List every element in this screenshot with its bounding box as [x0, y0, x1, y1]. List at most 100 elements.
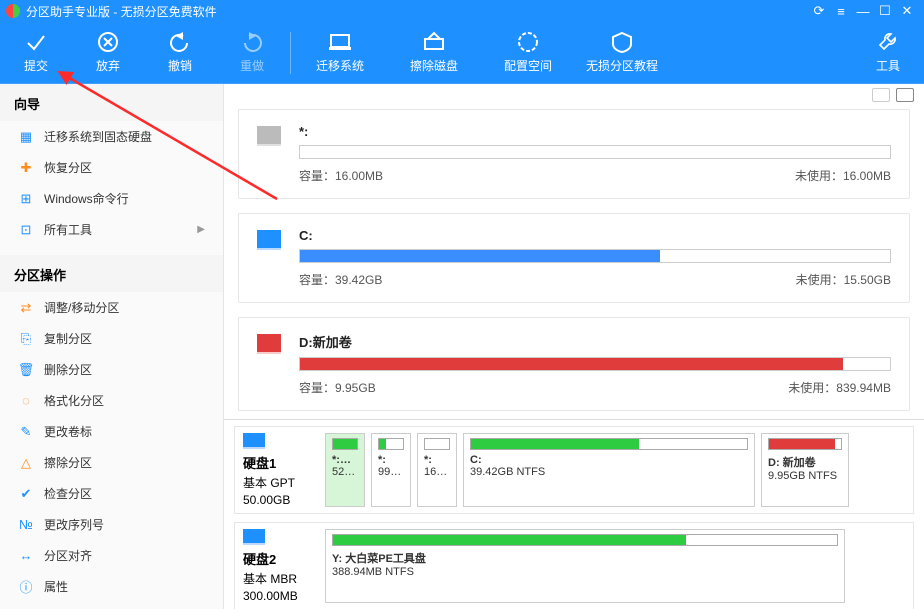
- chk-icon: ✔: [18, 486, 34, 502]
- disk-name: 硬盘1: [243, 453, 317, 472]
- space-label: 配置空间: [504, 59, 552, 73]
- unused-label: 未使用：16.00MB: [795, 167, 891, 184]
- partition[interactable]: *:16…: [417, 433, 457, 507]
- sidebar-item-label: 复制分区: [44, 330, 92, 347]
- allocate-space-button[interactable]: 配置空间: [481, 31, 575, 74]
- discard-button[interactable]: 放弃: [72, 31, 144, 74]
- partition-name: *:: [378, 454, 404, 466]
- partition[interactable]: D: 新加卷9.95GB NTFS: [761, 433, 849, 507]
- partition-name: D: 新加卷: [768, 454, 842, 470]
- undo-button[interactable]: 撤销: [144, 31, 216, 74]
- sidebar-item-label: 格式化分区: [44, 392, 104, 409]
- del-icon: 🗑: [18, 362, 34, 378]
- partition-bar: [332, 438, 358, 450]
- migrate-os-button[interactable]: 迁移系统: [293, 31, 387, 74]
- refresh-icon[interactable]: ⟳: [808, 3, 830, 19]
- disk-card[interactable]: C: 容量：39.42GB未使用：15.50GB: [238, 213, 910, 303]
- grid-icon: ⊡: [18, 222, 34, 238]
- align-icon: ↔: [18, 548, 34, 564]
- sidebar-section-wizard: 向导: [0, 84, 223, 121]
- sidebar-item[interactable]: ✔检查分区: [0, 478, 223, 509]
- disk-card-list: *:容量：16.00MB未使用：16.00MBC:容量：39.42GB未使用：1…: [224, 107, 924, 419]
- sidebar-item-label: 所有工具: [44, 221, 92, 238]
- partition[interactable]: *:…52…: [325, 433, 365, 507]
- sidebar-item[interactable]: ✚ 恢复分区: [0, 152, 223, 183]
- sidebar-item[interactable]: ⊞Windows命令行: [0, 183, 223, 214]
- disk-size: 300.00MB: [243, 589, 317, 603]
- disk-name: C:: [299, 228, 891, 243]
- sidebar-item-label: Windows命令行: [44, 190, 129, 207]
- redo-label: 重做: [240, 59, 264, 73]
- disk-type: 基本 MBR: [243, 570, 317, 587]
- sidebar-item-label: 删除分区: [44, 361, 92, 378]
- sidebar-item-label: 更改序列号: [44, 516, 104, 533]
- submit-button[interactable]: 提交: [0, 31, 72, 74]
- discard-label: 放弃: [96, 59, 120, 73]
- sidebar-item[interactable]: ⎘ 复制分区: [0, 323, 223, 354]
- usage-bar: [299, 145, 891, 159]
- resize-icon: ⇄: [18, 300, 34, 316]
- close-button[interactable]: ✕: [896, 3, 918, 19]
- partition[interactable]: Y: 大白菜PE工具盘388.94MB NTFS: [325, 529, 845, 603]
- sidebar-item[interactable]: № 更改序列号: [0, 509, 223, 540]
- sidebar-item-label: 擦除分区: [44, 454, 92, 471]
- view-list-icon[interactable]: [872, 88, 890, 102]
- minimize-button[interactable]: —: [852, 4, 874, 19]
- disk-card[interactable]: *:容量：16.00MB未使用：16.00MB: [238, 109, 910, 199]
- disk-name: 硬盘2: [243, 549, 317, 568]
- maximize-button[interactable]: ☐: [874, 3, 896, 19]
- partition-size: 99…: [378, 466, 404, 478]
- sn-icon: №: [18, 517, 34, 533]
- partition-bar: [332, 534, 838, 546]
- partition-size: 16…: [424, 466, 450, 478]
- disk-map-pane: 硬盘1基本 GPT50.00GB*:…52…*:99…*:16…C:39.42G…: [224, 419, 924, 609]
- partition-size: 388.94MB NTFS: [332, 566, 838, 578]
- wipe-icon: △: [18, 455, 34, 471]
- sidebar-item-label: 恢复分区: [44, 159, 92, 176]
- partition-bar: [768, 438, 842, 450]
- sidebar-item[interactable]: 🗑 删除分区: [0, 354, 223, 385]
- partition-name: C:: [470, 454, 748, 466]
- sidebar-item[interactable]: ◌格式化分区: [0, 385, 223, 416]
- sidebar-item[interactable]: △ 擦除分区: [0, 447, 223, 478]
- tools-button[interactable]: 工具: [852, 31, 924, 74]
- partition[interactable]: *:99…: [371, 433, 411, 507]
- sidebar-item-label: 迁移系统到固态硬盘: [44, 128, 152, 145]
- capacity-label: 容量：9.95GB: [299, 379, 788, 396]
- view-toggle: [224, 84, 924, 107]
- disk-icon: [257, 230, 281, 248]
- erase-disk-button[interactable]: 擦除磁盘: [387, 31, 481, 74]
- sidebar-item[interactable]: ▦ 迁移系统到固态硬盘: [0, 121, 223, 152]
- sidebar-item[interactable]: ✎更改卷标: [0, 416, 223, 447]
- menu-icon[interactable]: ≡: [830, 4, 852, 19]
- redo-button[interactable]: 重做: [216, 31, 288, 74]
- sidebar-item[interactable]: ⓘ属性: [0, 571, 223, 602]
- view-grid-icon[interactable]: [896, 88, 914, 102]
- partition-bar: [470, 438, 748, 450]
- partition[interactable]: C:39.42GB NTFS: [463, 433, 755, 507]
- sidebar-item[interactable]: ⇄ 调整/移动分区: [0, 292, 223, 323]
- usage-bar: [299, 357, 891, 371]
- sidebar-item-label: 调整/移动分区: [44, 299, 119, 316]
- submit-label: 提交: [24, 59, 48, 73]
- window-title: 分区助手专业版 - 无损分区免费软件: [26, 3, 217, 20]
- ssd-icon: ▦: [18, 129, 34, 145]
- lossless-tutorial-button[interactable]: 无损分区教程: [575, 31, 669, 74]
- titlebar: 分区助手专业版 - 无损分区免费软件 ⟳ ≡ — ☐ ✕: [0, 0, 924, 22]
- usage-bar: [299, 249, 891, 263]
- disk-name: D:新加卷: [299, 332, 891, 351]
- disk-card[interactable]: D:新加卷容量：9.95GB未使用：839.94MB: [238, 317, 910, 411]
- partition-name: *:…: [332, 454, 358, 466]
- copy-icon: ⎘: [18, 331, 34, 347]
- capacity-label: 容量：39.42GB: [299, 271, 796, 288]
- recover-icon: ✚: [18, 160, 34, 176]
- chevron-right-icon: ▶: [197, 224, 205, 235]
- unused-label: 未使用：15.50GB: [796, 271, 891, 288]
- sidebar-item[interactable]: ↔分区对齐: [0, 540, 223, 571]
- disk-icon: [243, 529, 265, 543]
- disk-size: 50.00GB: [243, 493, 317, 507]
- disk-name: *:: [299, 124, 891, 139]
- partition-size: 39.42GB NTFS: [470, 466, 748, 478]
- partition-bar: [424, 438, 450, 450]
- sidebar-item[interactable]: ⊡ 所有工具 ▶: [0, 214, 223, 245]
